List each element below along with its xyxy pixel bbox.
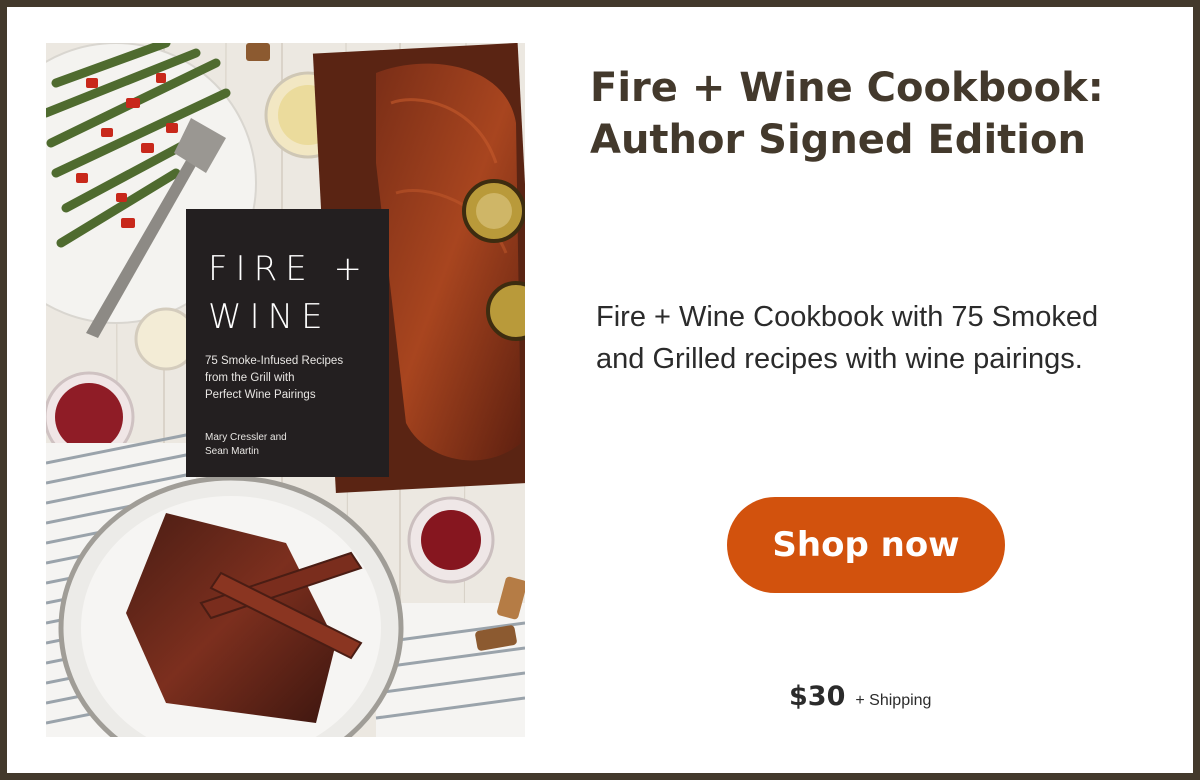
cover-author-line: Mary Cressler and <box>205 432 287 443</box>
cover-title-line: FIRE + <box>208 249 370 289</box>
product-description-line: and Grilled recipes with wine pairings. <box>596 343 1083 375</box>
cover-title-panel: FIRE + WINE 75 Smoke-Infused Recipes fro… <box>186 209 389 477</box>
cover-author-line: Sean Martin <box>205 446 259 457</box>
book-cover-image[interactable]: FIRE + WINE 75 Smoke-Infused Recipes fro… <box>46 43 525 737</box>
product-description-line: Fire + Wine Cookbook with 75 Smoked <box>596 301 1099 333</box>
cover-subtitle-line: 75 Smoke-Infused Recipes <box>205 355 344 367</box>
cover-subtitle-line: from the Grill with <box>205 372 295 384</box>
shop-now-button[interactable]: Shop now <box>727 497 1005 593</box>
product-title-line: Fire + Wine Cookbook: <box>590 65 1104 111</box>
cover-title-line: WINE <box>208 297 331 337</box>
cover-authors: Mary Cressler and Sean Martin <box>205 431 385 459</box>
shipping-note: + Shipping <box>855 692 932 709</box>
price: $30 <box>789 681 846 712</box>
cover-subtitle-line: Perfect Wine Pairings <box>205 389 316 401</box>
price-row: $30 + Shipping <box>789 681 931 721</box>
product-description: Fire + Wine Cookbook with 75 Smoked and … <box>596 296 1156 380</box>
product-title-line: Author Signed Edition <box>590 117 1086 163</box>
cover-title: FIRE + WINE <box>208 245 383 341</box>
cover-subtitle: 75 Smoke-Infused Recipes from the Grill … <box>205 353 385 404</box>
product-title: Fire + Wine Cookbook: Author Signed Edit… <box>590 62 1150 166</box>
